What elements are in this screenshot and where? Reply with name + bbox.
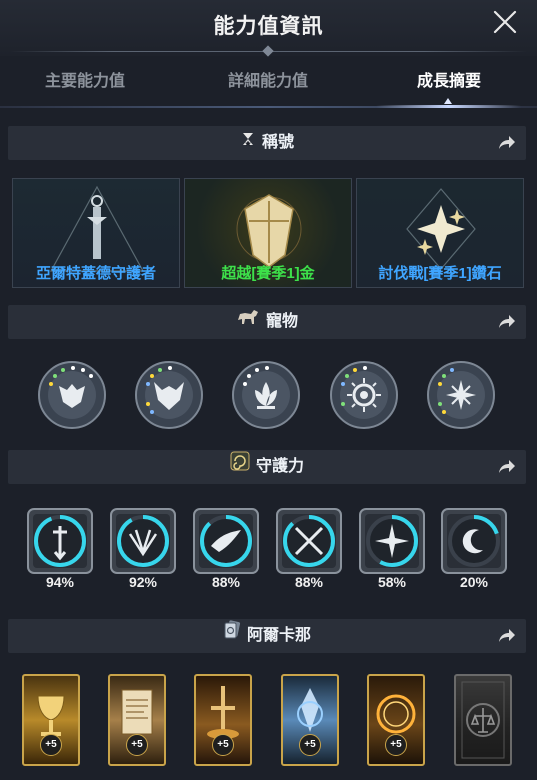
tab-main-stats[interactable]: 主要能力值 (10, 56, 160, 108)
section-header-pets[interactable]: 寵物 (8, 305, 526, 339)
tab-detailed-stats[interactable]: 詳細能力值 (193, 56, 343, 108)
pet-slot-5[interactable] (426, 360, 496, 430)
guardian-percent: 20% (459, 574, 489, 590)
arcana-level-badge: +5 (385, 734, 407, 756)
guardian-slot-6[interactable] (439, 506, 509, 576)
section-title-pets: 寵物 (265, 313, 298, 331)
arcana-level-badge: +5 (126, 734, 148, 756)
section-title-titles: 稱號 (261, 134, 294, 152)
arcana-level-badge: +5 (40, 734, 62, 756)
share-arrow-icon[interactable] (496, 626, 516, 646)
bird-emblem-icon (193, 508, 259, 574)
guardian-slot-4[interactable] (274, 506, 344, 576)
pet-slot-1[interactable] (37, 360, 107, 430)
locked-scales-card-icon (461, 681, 505, 759)
share-arrow-icon[interactable] (496, 457, 516, 477)
pet-slot-3[interactable] (231, 360, 301, 430)
arcana-level-badge: +5 (212, 734, 234, 756)
tab-bar: 主要能力值 詳細能力值 成長摘要 (0, 56, 537, 108)
hourglass-star-icon (240, 126, 256, 160)
wolf-mask-icon (38, 361, 106, 429)
fan-blades-icon (110, 508, 176, 574)
header-divider-ornament (262, 45, 274, 57)
arcana-card-2[interactable]: +5 (108, 674, 166, 766)
title-card-1[interactable]: 亞爾特蓋德守護者 (12, 178, 180, 288)
arcana-card-1[interactable]: +5 (22, 674, 80, 766)
guardian-slot-2[interactable] (108, 506, 178, 576)
guardian-percent: 94% (45, 574, 75, 590)
guardian-percent: 92% (128, 574, 158, 590)
title-card-label: 超越[賽季1]金 (221, 265, 315, 282)
arcana-level-badge: +5 (299, 734, 321, 756)
header: 能力值資訊 (0, 0, 537, 57)
arcana-card-5[interactable]: +5 (367, 674, 425, 766)
pet-slot-2[interactable] (134, 360, 204, 430)
title-card-3[interactable]: 討伐戰[賽季1]鑽石 (356, 178, 524, 288)
share-arrow-icon[interactable] (496, 312, 516, 332)
horned-beast-icon (135, 361, 203, 429)
guardian-percent: 88% (294, 574, 324, 590)
leaf-star-icon (427, 361, 495, 429)
sun-eye-icon (330, 361, 398, 429)
horse-icon (236, 305, 260, 339)
title-card-label: 討伐戰[賽季1]鑽石 (378, 265, 502, 282)
tab-active-caret (444, 98, 452, 104)
title-card-label: 亞爾特蓋德守護者 (35, 265, 156, 282)
arcana-card-6-locked[interactable] (454, 674, 512, 766)
shield-sword-icon (27, 508, 93, 574)
arcana-card-4[interactable]: +5 (281, 674, 339, 766)
card-icon (223, 619, 241, 653)
tab-active-indicator (376, 105, 521, 108)
guardian-percent: 58% (377, 574, 407, 590)
guardian-slot-1[interactable] (25, 506, 95, 576)
guardian-slot-5[interactable] (357, 506, 427, 576)
lotus-icon (232, 361, 300, 429)
guardian-slot-3[interactable] (191, 506, 261, 576)
guardian-percent: 88% (211, 574, 241, 590)
title-card-2[interactable]: 超越[賽季1]金 (184, 178, 352, 288)
arcana-card-3[interactable]: +5 (194, 674, 252, 766)
crescent-moon-icon (441, 508, 507, 574)
section-header-arcana[interactable]: 阿爾卡那 (8, 619, 526, 653)
section-header-titles[interactable]: 稱號 (8, 126, 526, 160)
close-icon (493, 10, 517, 34)
crossed-blades-icon (276, 508, 342, 574)
section-title-guardian: 守護力 (255, 458, 304, 476)
section-header-guardian[interactable]: 守護力 (8, 450, 526, 484)
share-arrow-icon[interactable] (496, 133, 516, 153)
pet-slot-4[interactable] (329, 360, 399, 430)
section-title-arcana: 阿爾卡那 (246, 627, 311, 645)
close-button[interactable] (491, 8, 519, 36)
spiral-emblem-icon (230, 450, 250, 484)
compass-star-icon (359, 508, 425, 574)
page-title: 能力值資訊 (213, 15, 324, 38)
